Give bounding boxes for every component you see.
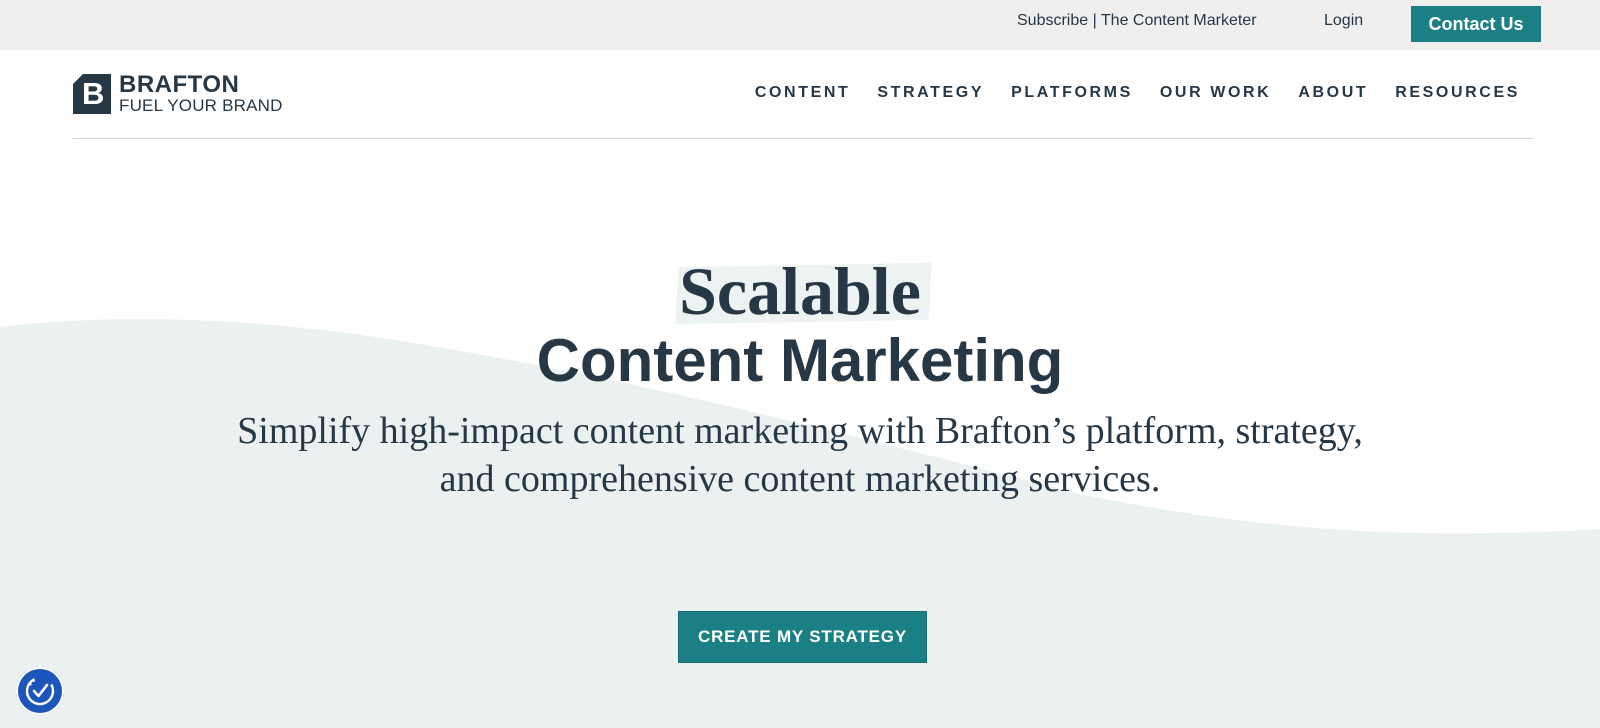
hero-subtitle-line-1: Simplify high-impact content marketing w…	[237, 410, 1363, 452]
accessibility-widget-button[interactable]	[16, 667, 64, 715]
nav-item-content[interactable]: CONTENT	[755, 84, 851, 102]
brand-tagline: FUEL YOUR BRAND	[119, 96, 283, 115]
logo-notch	[73, 74, 83, 84]
hero-title-top: Scalable	[679, 253, 921, 329]
nav-item-about[interactable]: ABOUT	[1298, 84, 1368, 102]
subscribe-link[interactable]: Subscribe | The Content Marketer	[1017, 12, 1257, 30]
nav-item-our-work[interactable]: OUR WORK	[1160, 84, 1271, 102]
utility-bar: Subscribe | The Content Marketer Login C…	[0, 0, 1600, 50]
nav-item-strategy[interactable]: STRATEGY	[877, 84, 984, 102]
login-link[interactable]: Login	[1324, 12, 1363, 30]
site-header: B BRAFTON FUEL YOUR BRAND CONTENT STRATE…	[0, 50, 1600, 139]
nav-item-resources[interactable]: RESOURCES	[1395, 84, 1520, 102]
logo-mark: B	[73, 74, 111, 114]
brand-logo[interactable]: B BRAFTON FUEL YOUR BRAND	[73, 71, 303, 116]
accessibility-check-icon	[25, 676, 55, 706]
main-nav: CONTENT STRATEGY PLATFORMS OUR WORK ABOU…	[755, 84, 1520, 102]
hero-subtitle: Simplify high-impact content marketing w…	[180, 407, 1420, 503]
contact-us-button[interactable]: Contact Us	[1411, 6, 1541, 42]
brand-name: BRAFTON	[119, 71, 240, 98]
hero-title-main: Content Marketing	[536, 327, 1064, 394]
logo-mark-letter: B	[82, 76, 105, 111]
hero-section: Scalable Content Marketing Simplify high…	[0, 139, 1600, 728]
create-strategy-button[interactable]: CREATE MY STRATEGY	[678, 611, 927, 663]
hero-subtitle-line-2: and comprehensive content marketing serv…	[439, 458, 1161, 500]
nav-item-platforms[interactable]: PLATFORMS	[1011, 84, 1133, 102]
